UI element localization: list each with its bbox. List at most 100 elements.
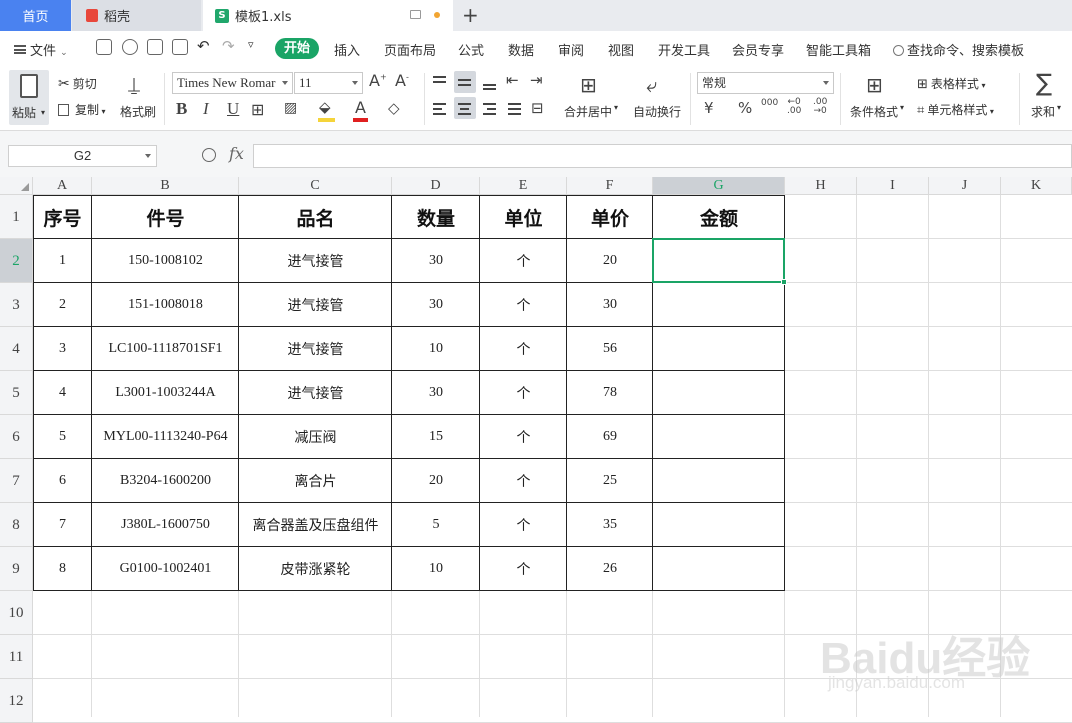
select-all-corner[interactable]: [0, 177, 33, 195]
table-cell[interactable]: 10: [392, 327, 480, 371]
paste-button[interactable]: 粘贴 ▾: [9, 70, 49, 125]
function-icon[interactable]: fx: [229, 144, 244, 163]
row-header-10[interactable]: 10: [0, 591, 33, 635]
print-preview-icon[interactable]: [172, 39, 188, 55]
table-cell[interactable]: 个: [480, 371, 567, 415]
increase-indent-icon[interactable]: ⇥: [530, 71, 543, 89]
table-cell[interactable]: 个: [480, 547, 567, 591]
table-cell[interactable]: 离合器盖及压盘组件: [239, 503, 392, 547]
justify-icon[interactable]: [508, 103, 521, 105]
tab-daoke[interactable]: 稻壳: [72, 0, 201, 31]
column-header-a[interactable]: A: [33, 177, 92, 195]
font-size-select[interactable]: 11: [294, 72, 363, 94]
table-cell[interactable]: [653, 371, 785, 415]
table-cell[interactable]: [653, 547, 785, 591]
save-icon[interactable]: [96, 39, 112, 55]
align-center-icon[interactable]: [458, 103, 471, 105]
table-cell[interactable]: 进气接管: [239, 239, 392, 283]
table-cell[interactable]: 69: [567, 415, 653, 459]
column-header-b[interactable]: B: [92, 177, 239, 195]
table-cell[interactable]: 2: [33, 283, 92, 327]
table-cell[interactable]: 8: [33, 547, 92, 591]
clear-format-icon[interactable]: ◇: [388, 99, 400, 117]
increase-font-icon[interactable]: A+: [369, 71, 387, 90]
table-style-button[interactable]: ⊞ 表格样式 ▾: [917, 75, 985, 92]
align-left-icon[interactable]: [433, 103, 446, 105]
fill-color-icon[interactable]: ⬙: [319, 98, 331, 116]
font-color-icon[interactable]: A: [355, 98, 366, 117]
bold-button[interactable]: B: [176, 99, 187, 119]
menu-start[interactable]: 开始: [275, 38, 319, 59]
table-cell[interactable]: J380L-1600750: [92, 503, 239, 547]
header-cell[interactable]: 单位: [480, 195, 567, 239]
number-format-select[interactable]: 常规: [697, 72, 834, 94]
row-header-5[interactable]: 5: [0, 371, 33, 415]
copy-button[interactable]: 复制 ▾: [58, 101, 106, 118]
table-cell[interactable]: 25: [567, 459, 653, 503]
header-cell[interactable]: 品名: [239, 195, 392, 239]
currency-button[interactable]: ¥: [704, 99, 714, 117]
table-cell[interactable]: 35: [567, 503, 653, 547]
table-cell[interactable]: G0100-1002401: [92, 547, 239, 591]
font-name-select[interactable]: Times New Romar: [172, 72, 293, 94]
row-header-11[interactable]: 11: [0, 635, 33, 679]
row-header-12[interactable]: 12: [0, 679, 33, 723]
table-cell[interactable]: L3001-1003244A: [92, 371, 239, 415]
table-cell[interactable]: 4: [33, 371, 92, 415]
table-cell[interactable]: 15: [392, 415, 480, 459]
table-cell[interactable]: [653, 283, 785, 327]
table-cell[interactable]: 进气接管: [239, 371, 392, 415]
menu-smart-tools[interactable]: 智能工具箱: [806, 40, 871, 59]
column-header-f[interactable]: F: [567, 177, 653, 195]
menu-page-layout[interactable]: 页面布局: [384, 40, 436, 59]
table-cell[interactable]: MYL00-1113240-P64: [92, 415, 239, 459]
table-cell[interactable]: 30: [392, 239, 480, 283]
selected-cell[interactable]: [652, 238, 785, 283]
table-cell[interactable]: 进气接管: [239, 283, 392, 327]
table-cell[interactable]: LC100-1118701SF1: [92, 327, 239, 371]
redo-icon[interactable]: ↷: [222, 37, 235, 55]
add-tab-button[interactable]: +: [462, 3, 479, 27]
table-cell[interactable]: 10: [392, 547, 480, 591]
table-cell[interactable]: 个: [480, 327, 567, 371]
column-header-j[interactable]: J: [929, 177, 1001, 195]
row-header-9[interactable]: 9: [0, 547, 33, 591]
header-cell[interactable]: 件号: [92, 195, 239, 239]
header-cell[interactable]: 金额: [653, 195, 785, 239]
zoom-icon[interactable]: [202, 148, 216, 162]
fill-handle[interactable]: [781, 279, 787, 285]
table-cell[interactable]: 进气接管: [239, 327, 392, 371]
table-cell[interactable]: 个: [480, 503, 567, 547]
column-header-e[interactable]: E: [480, 177, 567, 195]
table-cell[interactable]: 26: [567, 547, 653, 591]
spreadsheet-grid[interactable]: A B C D E F G H I J K 1 2 3 4 5 6 7 8 9 10 11 12 序号 件号 品名 数量 单位 单价 金额…: [0, 177, 1072, 723]
row-header-1[interactable]: 1: [0, 195, 33, 239]
border-icon[interactable]: ⊞: [251, 100, 264, 119]
table-cell[interactable]: [653, 459, 785, 503]
table-cell[interactable]: 151-1008018: [92, 283, 239, 327]
menu-insert[interactable]: 插入: [334, 40, 360, 59]
align-middle-icon[interactable]: [458, 79, 471, 81]
align-bottom-icon[interactable]: [483, 84, 496, 86]
menu-file[interactable]: 文件 ⌄: [14, 40, 68, 59]
thousands-button[interactable]: 000: [761, 98, 778, 108]
name-box[interactable]: G2: [8, 145, 157, 167]
row-header-4[interactable]: 4: [0, 327, 33, 371]
table-cell[interactable]: [653, 327, 785, 371]
header-cell[interactable]: 单价: [567, 195, 653, 239]
table-cell[interactable]: [653, 503, 785, 547]
tab-file[interactable]: S 模板1.xls: [203, 0, 453, 31]
table-cell[interactable]: 个: [480, 283, 567, 327]
share-icon[interactable]: [122, 39, 138, 55]
column-header-c[interactable]: C: [239, 177, 392, 195]
table-cell[interactable]: 个: [480, 415, 567, 459]
table-cell[interactable]: B3204-1600200: [92, 459, 239, 503]
decrease-font-icon[interactable]: A-: [395, 71, 409, 90]
column-header-d[interactable]: D: [392, 177, 480, 195]
menu-formula[interactable]: 公式: [458, 40, 484, 59]
column-header-g[interactable]: G: [653, 177, 785, 195]
column-header-i[interactable]: I: [857, 177, 929, 195]
table-cell[interactable]: 个: [480, 239, 567, 283]
menu-data[interactable]: 数据: [508, 40, 534, 59]
column-header-k[interactable]: K: [1001, 177, 1072, 195]
